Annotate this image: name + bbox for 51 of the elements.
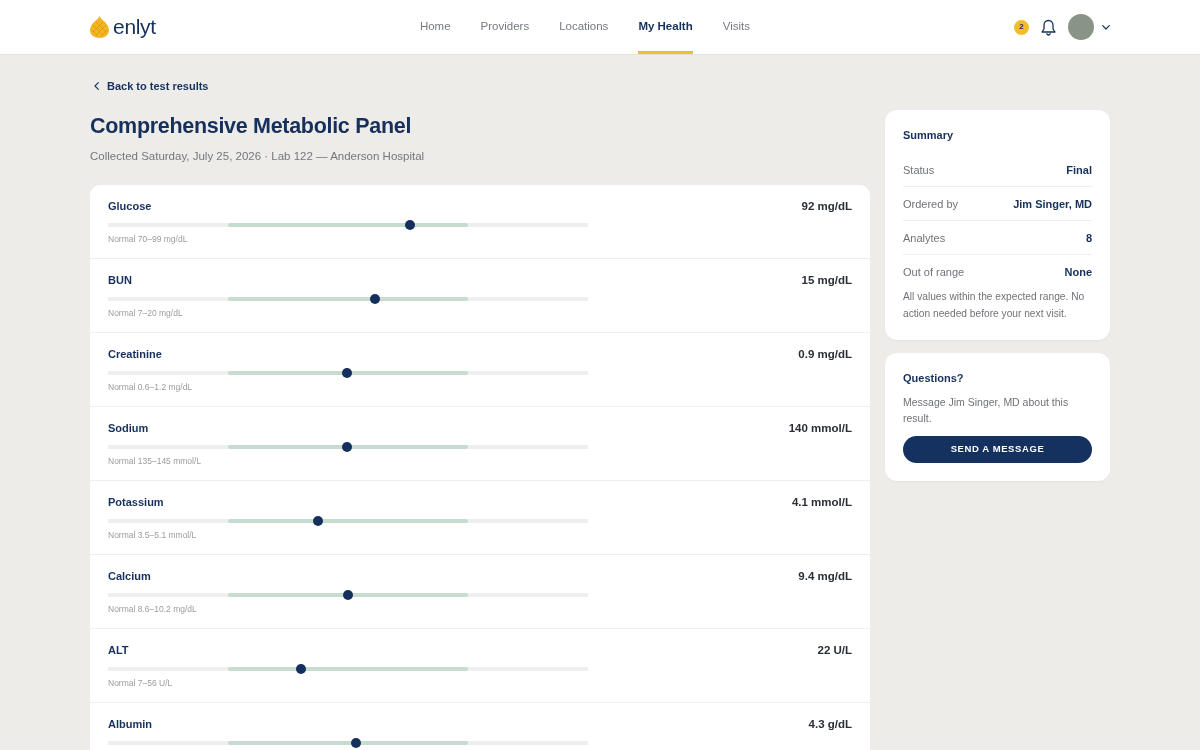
analyte-name: ALT	[108, 644, 129, 656]
nav-link[interactable]: Home	[419, 0, 451, 54]
reference-range: Normal 7–56 U/L	[108, 678, 173, 688]
card-title: Summary	[903, 129, 954, 141]
reference-range: Normal 135–145 mmol/L	[108, 456, 202, 466]
page-title: Comprehensive Metabolic Panel	[90, 113, 412, 139]
analyte-name: Albumin	[108, 718, 152, 730]
result-value: 92 mg/dL	[801, 199, 852, 213]
result-value: 9.4 mg/dL	[798, 569, 852, 583]
summary-label: Ordered by	[903, 196, 959, 211]
summary-value: Final	[1066, 162, 1092, 177]
chevron-left-icon	[94, 82, 99, 90]
bell-icon[interactable]	[1041, 18, 1056, 36]
result-value: 0.9 mg/dL	[798, 347, 852, 361]
reference-range: Normal 0.6–1.2 mg/dL	[108, 382, 193, 392]
summary-label: Out of range	[903, 265, 965, 279]
analyte-name: Calcium	[108, 570, 151, 582]
nav-link[interactable]: Visits	[722, 0, 750, 54]
result-value: 4.1 mmol/L	[791, 495, 852, 509]
summary-note: All values within the expected range. No action needed before your next visit.	[903, 290, 1086, 321]
summary-value: None	[1064, 265, 1092, 279]
summary-value: Jim Singer, MD	[1013, 196, 1092, 211]
summary-label: Analytes	[903, 230, 946, 245]
summary-value: 8	[1085, 230, 1092, 245]
brand-link[interactable]: enlyt	[90, 15, 156, 39]
result-value: 4.3 g/dL	[808, 717, 852, 731]
result-value: 15 mg/dL	[801, 273, 852, 287]
logo-icon	[90, 16, 109, 38]
collection-details: Collected Saturday, July 25, 2026 · Lab 122 — Anderson Hospital	[90, 150, 425, 162]
analyte-name: Glucose	[108, 200, 152, 212]
send-message-button[interactable]: SEND A MESSAGE	[903, 436, 1092, 463]
back-link[interactable]: Back to test results	[94, 79, 209, 93]
avatar-placeholder[interactable]	[1068, 14, 1094, 40]
reference-range: Normal 3.5–5.1 mmol/L	[108, 530, 197, 540]
analyte-name: Creatinine	[108, 348, 162, 360]
reference-range: Normal 70–99 mg/dL	[108, 234, 188, 244]
reference-range: Normal 7–20 mg/dL	[108, 308, 183, 318]
reference-range: Normal 8.6–10.2 mg/dL	[108, 604, 197, 614]
nav-link[interactable]: My Health	[638, 0, 693, 54]
card-title: Questions?	[903, 372, 964, 384]
analyte-name: Sodium	[108, 422, 149, 434]
questions-text: Message Jim Singer, MD about this result.	[903, 395, 1070, 426]
analyte-name: Potassium	[108, 496, 164, 508]
nav-link[interactable]: Locations	[559, 0, 609, 54]
notification-badge: 2	[1014, 19, 1029, 35]
chevron-down-icon[interactable]	[1102, 24, 1110, 30]
summary-label: Status	[903, 162, 935, 177]
analyte-name: BUN	[108, 274, 132, 286]
nav-link[interactable]: Providers	[480, 0, 530, 54]
result-value: 140 mmol/L	[788, 421, 852, 435]
result-value: 22 U/L	[817, 643, 852, 657]
